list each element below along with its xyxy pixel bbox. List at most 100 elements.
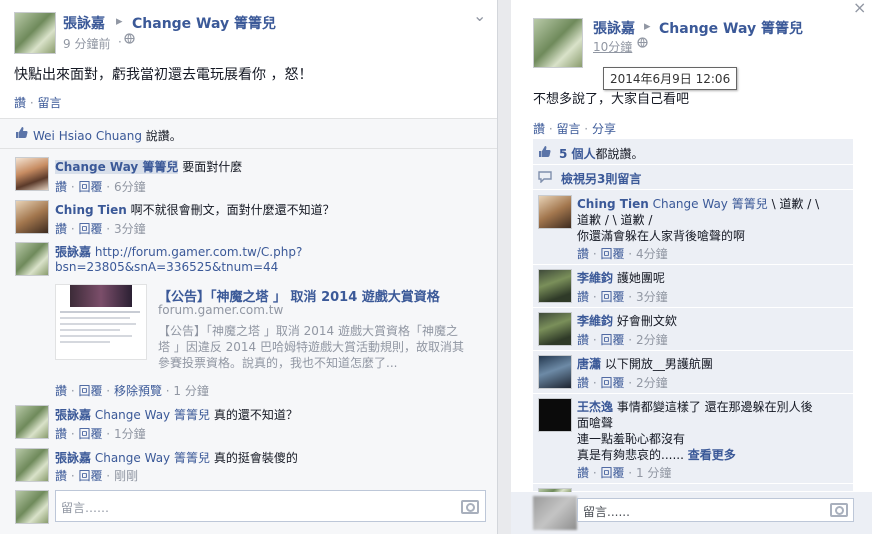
comment-text: 好會刪文欸: [616, 314, 677, 328]
comment-link[interactable]: http://forum.gamer.com.tw/C.php?: [95, 245, 302, 259]
comment-text: 以下開放__男護航團: [604, 357, 713, 371]
reply-button[interactable]: 回覆: [78, 180, 102, 194]
comment-time[interactable]: 6分鐘: [114, 180, 146, 194]
commenter-avatar[interactable]: [538, 355, 572, 389]
reply-button[interactable]: 回覆: [78, 222, 102, 236]
liker-name[interactable]: Wei Hsiao Chuang: [33, 129, 142, 143]
like-button[interactable]: 讚: [577, 466, 589, 480]
author-avatar[interactable]: [533, 18, 583, 68]
reply-button[interactable]: 回覆: [78, 384, 102, 398]
comment-button[interactable]: 留言: [556, 122, 580, 136]
commenter-avatar[interactable]: [538, 269, 572, 303]
commenter-avatar[interactable]: [538, 195, 572, 229]
comment-time[interactable]: 2分鐘: [636, 376, 668, 390]
comment-time[interactable]: 3分鐘: [114, 222, 146, 236]
comment-body: 張詠嘉 http://forum.gamer.com.tw/C.php?: [55, 243, 302, 260]
comment-actions: 讚 · 回覆 · 4分鐘: [577, 247, 668, 261]
commenter-avatar[interactable]: [15, 157, 49, 191]
comment-time[interactable]: 剛剛: [114, 469, 138, 483]
remove-preview-button[interactable]: 移除預覽: [114, 384, 162, 398]
comment-text-cont: 面嗆聲: [577, 416, 614, 430]
see-more-link[interactable]: 查看更多: [688, 448, 736, 462]
like-button[interactable]: 讚: [533, 122, 545, 136]
divider: [0, 118, 497, 119]
like-button[interactable]: 讚: [14, 96, 26, 110]
reply-button[interactable]: 回覆: [600, 333, 624, 347]
comment-actions: 讚 · 回覆 · 3分鐘: [577, 290, 668, 304]
commenter-avatar[interactable]: [15, 200, 49, 234]
comment-link-cont[interactable]: bsn=23805&snA=336525&tnum=44: [55, 260, 278, 274]
likes-count[interactable]: 5 個人: [559, 147, 596, 161]
commenter-avatar[interactable]: [15, 405, 49, 439]
commenter-avatar[interactable]: [538, 398, 572, 432]
reply-button[interactable]: 回覆: [600, 376, 624, 390]
tagged-name[interactable]: Change Way 箐箐兒: [95, 408, 210, 422]
comment-time[interactable]: 2分鐘: [636, 333, 668, 347]
comment-input[interactable]: 留言......: [577, 498, 854, 522]
author-avatar[interactable]: [14, 12, 56, 54]
tagged-name[interactable]: Change Way 箐箐兒: [95, 451, 210, 465]
close-icon[interactable]: ×: [853, 0, 866, 17]
comment-text: \ 道歉 / \: [771, 197, 820, 211]
comment-actions: 讚 · 回覆 · 2分鐘: [577, 376, 668, 390]
commenter-name[interactable]: Change Way 箐箐兒: [55, 160, 179, 174]
thumbs-up-icon: [15, 126, 28, 139]
like-button[interactable]: 讚: [55, 427, 67, 441]
commenter-name[interactable]: Ching Tien: [55, 203, 127, 217]
reply-button[interactable]: 回覆: [600, 290, 624, 304]
comment-button[interactable]: 留言: [37, 96, 61, 110]
post-actions: 讚 · 留言 · 分享: [533, 122, 616, 136]
post-time[interactable]: 10分鐘: [593, 38, 632, 55]
camera-icon[interactable]: [830, 503, 848, 517]
author-name[interactable]: 張詠嘉: [593, 18, 635, 38]
commenter-name[interactable]: 李維鈞: [577, 314, 613, 328]
commenter-name[interactable]: Ching Tien: [577, 197, 649, 211]
camera-icon[interactable]: [461, 500, 479, 514]
preview-domain: forum.gamer.com.tw: [158, 303, 284, 317]
comment-time[interactable]: 3分鐘: [636, 290, 668, 304]
reply-button[interactable]: 回覆: [78, 427, 102, 441]
commenter-avatar[interactable]: [538, 312, 572, 346]
target-name[interactable]: Change Way 箐箐兒: [132, 13, 276, 33]
preview-desc-3: 參賽投票資格。說真的，我也不知道怎麼了...: [158, 356, 398, 370]
comment-body: 王杰逸 事情都變這樣了 還在那邊躲在別人後: [577, 398, 813, 415]
preview-desc-2: 塔 」因違反 2014 巴哈姆特遊戲大賞活動規則，故取消其: [158, 340, 464, 354]
commenter-name[interactable]: 張詠嘉: [55, 408, 91, 422]
post-time[interactable]: 9 分鐘前: [63, 35, 110, 52]
commenter-avatar[interactable]: [15, 242, 49, 276]
likes-suffix: 都說讚。: [595, 147, 644, 161]
view-more-comments[interactable]: 檢視另3則留言: [561, 170, 641, 187]
comment-actions: 讚 · 回覆 · 移除預覽 · 1 分鐘: [55, 384, 209, 398]
like-button[interactable]: 讚: [577, 333, 589, 347]
preview-thumbnail[interactable]: [55, 284, 147, 360]
commenter-name[interactable]: 李維鈞: [577, 271, 613, 285]
commenter-name[interactable]: 張詠嘉: [55, 451, 91, 465]
like-button[interactable]: 讚: [55, 384, 67, 398]
tagged-name[interactable]: Change Way 箐箐兒: [653, 197, 768, 211]
commenter-avatar[interactable]: [15, 448, 49, 482]
like-button[interactable]: 讚: [577, 247, 589, 261]
divider: [0, 148, 497, 149]
reply-button[interactable]: 回覆: [600, 247, 624, 261]
like-button[interactable]: 讚: [55, 222, 67, 236]
commenter-name[interactable]: 張詠嘉: [55, 245, 91, 259]
share-button[interactable]: 分享: [592, 122, 616, 136]
like-button[interactable]: 讚: [577, 290, 589, 304]
like-button[interactable]: 讚: [577, 376, 589, 390]
chevron-down-icon[interactable]: ⌄: [473, 6, 486, 25]
reply-button[interactable]: 回覆: [600, 466, 624, 480]
target-name[interactable]: Change Way 箐箐兒: [659, 18, 803, 38]
like-button[interactable]: 讚: [55, 180, 67, 194]
comment-time[interactable]: 1分鐘: [114, 427, 146, 441]
commenter-name[interactable]: 王杰逸: [577, 400, 613, 414]
commenter-name[interactable]: 唐瀟: [577, 357, 601, 371]
author-name[interactable]: 張詠嘉: [63, 13, 105, 33]
comment-time[interactable]: 1 分鐘: [173, 384, 208, 398]
comment-time[interactable]: 1 分鐘: [636, 466, 671, 480]
comment-body: 李維鈞 護她團呢: [577, 269, 665, 286]
comment-input[interactable]: 留言……: [55, 490, 486, 522]
comment-time[interactable]: 4分鐘: [636, 247, 668, 261]
like-button[interactable]: 讚: [55, 469, 67, 483]
reply-button[interactable]: 回覆: [78, 469, 102, 483]
thumbnail-banner: [70, 285, 132, 307]
